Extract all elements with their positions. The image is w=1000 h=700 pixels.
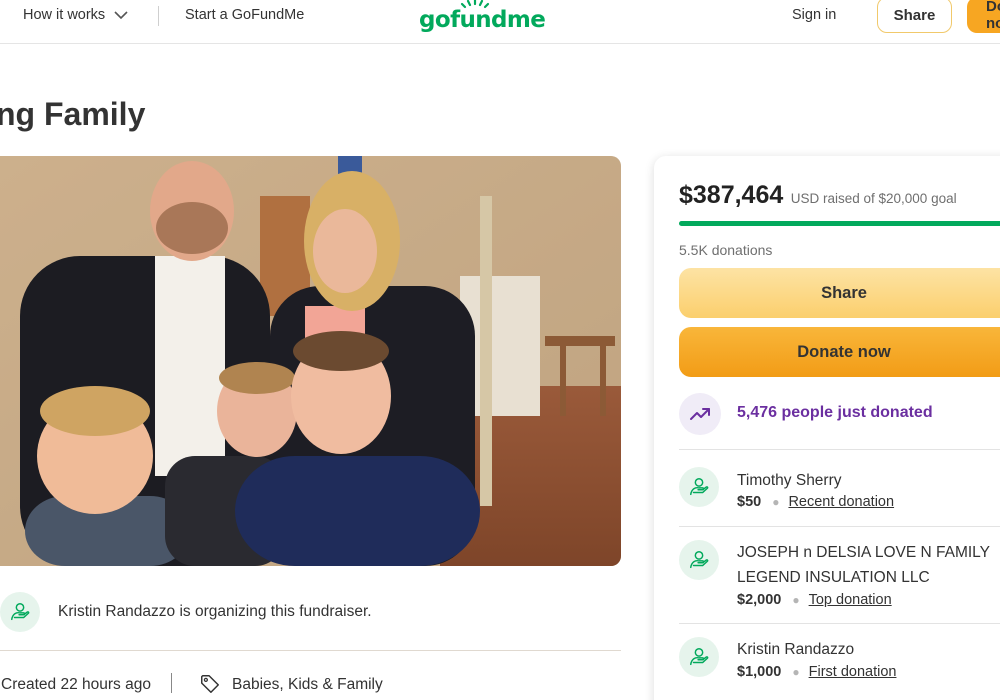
donation-amount: $50 <box>737 494 762 510</box>
logo-text: gofundme <box>419 7 546 33</box>
organizer-icon <box>0 592 40 632</box>
organizer-text: Kristin Randazzo is organizing this fund… <box>58 603 372 620</box>
donation-amount: $2,000 <box>737 592 782 608</box>
trending-icon-container <box>679 393 721 435</box>
tag-icon <box>201 675 219 693</box>
recent-donors-count: 5,476 people just donated <box>737 404 933 421</box>
divider <box>679 623 1000 624</box>
donation-meta: $2,000 ● Top donation <box>737 592 892 608</box>
separator-dot: ● <box>772 495 780 509</box>
raised-goal-text: USD raised of $20,000 goal <box>790 191 957 206</box>
donate-now-button[interactable]: Donate now <box>679 327 1000 377</box>
donations-count: 5.5K donations <box>679 242 773 258</box>
page-title: ng Family <box>0 96 146 132</box>
recent-donation-link[interactable]: Recent donation <box>788 494 894 510</box>
family-photo-illustration <box>0 156 621 566</box>
how-it-works-label: How it works <box>23 7 106 23</box>
separator-dot: ● <box>792 665 800 679</box>
fundraiser-photo <box>0 156 621 566</box>
raised-amount: $387,464 <box>679 181 784 209</box>
created-time: Created 22 hours ago <box>1 676 151 693</box>
donor-icon <box>679 540 719 580</box>
heart-hand-icon <box>690 648 709 666</box>
sign-in-link[interactable]: Sign in <box>792 7 836 23</box>
donor-name: Kristin Randazzo <box>737 641 855 658</box>
meta-divider <box>171 673 172 693</box>
divider <box>0 650 621 651</box>
trending-up-icon <box>690 408 710 420</box>
donation-amount: $1,000 <box>737 664 782 680</box>
donation-meta: $1,000 ● First donation <box>737 664 896 680</box>
gofundme-logo[interactable]: gofundme <box>419 0 546 36</box>
progress-bar <box>679 221 1000 226</box>
share-button[interactable]: Share <box>679 268 1000 318</box>
donor-icon <box>679 637 719 677</box>
raised-summary: $387,464 USD raised of $20,000 goal <box>679 181 957 210</box>
chevron-down-icon <box>114 11 128 20</box>
nav-divider <box>158 6 159 26</box>
first-donation-link[interactable]: First donation <box>809 664 897 680</box>
header-share-button[interactable]: Share <box>877 0 952 33</box>
heart-hand-icon <box>11 603 30 621</box>
site-header: How it works Start a GoFundMe gofundme S… <box>0 0 1000 44</box>
start-fundraiser-link[interactable]: Start a GoFundMe <box>185 7 304 23</box>
separator-dot: ● <box>792 593 800 607</box>
heart-hand-icon <box>690 478 709 496</box>
divider <box>679 449 1000 450</box>
donor-icon <box>679 467 719 507</box>
donor-name: JOSEPH n DELSIA LOVE N FAMILY LEGEND INS… <box>737 544 990 586</box>
divider <box>679 526 1000 527</box>
top-donation-link[interactable]: Top donation <box>809 592 892 608</box>
donor-name: Timothy Sherry <box>737 472 842 489</box>
category-link[interactable]: Babies, Kids & Family <box>232 676 383 694</box>
header-donate-button[interactable]: Donate now <box>967 0 1000 33</box>
how-it-works-menu[interactable]: How it works <box>23 7 129 23</box>
heart-hand-icon <box>690 551 709 569</box>
donation-meta: $50 ● Recent donation <box>737 494 894 510</box>
